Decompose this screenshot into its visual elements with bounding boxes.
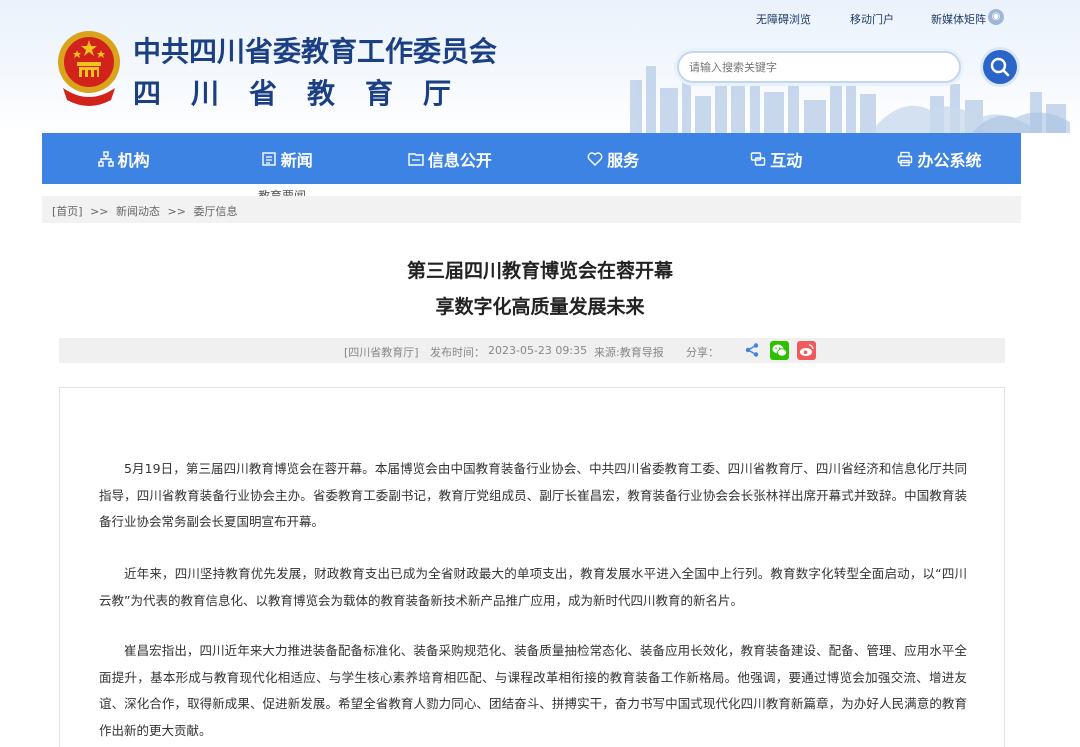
- weibo-eye-icon: [800, 344, 814, 356]
- breadcrumb-separator: >>: [167, 205, 186, 218]
- mobile-portal-link[interactable]: 移动门户: [850, 11, 894, 27]
- article-source: [四川省教育厅]: [344, 346, 419, 359]
- nav-item-info-public[interactable]: 信息公开: [368, 133, 531, 184]
- nav-item-organization[interactable]: 机构: [42, 133, 205, 184]
- search-icon: [990, 57, 1010, 77]
- service-heart-icon: [587, 151, 603, 166]
- nav-label: 机构: [117, 150, 150, 170]
- publish-label: 发布时间：: [430, 346, 485, 359]
- article-origin: 来源:教育导报: [594, 346, 664, 359]
- nav-item-news[interactable]: 新闻: [205, 133, 368, 184]
- article-paragraph: 崔昌宏指出，四川近年来大力推进装备配备标准化、装备采购规范化、装备质量抽检常态化…: [99, 643, 967, 738]
- search-input[interactable]: [689, 53, 949, 81]
- breadcrumb-department-info-link[interactable]: 委厅信息: [193, 205, 237, 218]
- nav-item-service[interactable]: 服务: [532, 133, 695, 184]
- nav-label: 办公系统: [917, 150, 982, 170]
- breadcrumb: [首页] >> 新闻动态 >> 委厅信息: [52, 203, 237, 219]
- share-label: 分享：: [686, 346, 719, 359]
- article-paragraph: 近年来，四川坚持教育优先发展，财政教育支出已成为全省财政最大的单项支出，教育发展…: [99, 566, 967, 608]
- new-media-matrix-link[interactable]: 新媒体矩阵: [931, 11, 986, 27]
- weibo-share-icon[interactable]: [797, 341, 816, 360]
- breadcrumb-home-link[interactable]: [首页]: [52, 205, 83, 218]
- interaction-icon: [751, 151, 766, 166]
- search-button[interactable]: [983, 50, 1017, 84]
- publish-time: 2023-05-23 09:35: [488, 344, 588, 357]
- nav-label: 服务: [607, 150, 640, 170]
- wechat-bubble-icon: [772, 344, 787, 357]
- site-header: 无障碍浏览 移动门户 新媒体矩阵 ◉ 中共四川省委教育工作委员会 四川省教育厅: [0, 0, 1080, 133]
- national-emblem-logo: [58, 31, 120, 106]
- new-media-icon[interactable]: ◉: [988, 9, 1004, 25]
- nav-item-office-system[interactable]: 办公系统: [858, 133, 1021, 184]
- search-box: [677, 51, 961, 83]
- org-chart-icon: [97, 150, 114, 167]
- office-printer-icon: [898, 151, 913, 166]
- nav-label: 新闻: [280, 150, 313, 170]
- nav-label: 信息公开: [427, 150, 492, 170]
- article-title-line1: 第三届四川教育博览会在蓉开幕: [406, 260, 673, 282]
- news-icon: [262, 151, 276, 166]
- accessibility-link[interactable]: 无障碍浏览: [756, 11, 811, 27]
- share-icon[interactable]: [744, 342, 760, 358]
- article-title-line2: 享数字化高质量发展未来: [435, 296, 645, 318]
- site-title-committee: 中共四川省委教育工作委员会: [133, 35, 498, 68]
- wechat-share-icon[interactable]: [770, 341, 789, 360]
- info-public-icon: [408, 152, 424, 166]
- nav-item-interaction[interactable]: 互动: [695, 133, 858, 184]
- site-title-department: 四川省教育厅: [133, 77, 482, 110]
- article-paragraph: 5月19日，第三届四川教育博览会在蓉开幕。本届博览会由中国教育装备行业协会、中共…: [99, 461, 967, 529]
- breadcrumb-separator: >>: [90, 205, 109, 218]
- main-nav: 机构 新闻 信息公开 服务 互动 办公系统: [42, 133, 1021, 184]
- breadcrumb-news-link[interactable]: 新闻动态: [116, 205, 160, 218]
- nav-label: 互动: [770, 150, 803, 170]
